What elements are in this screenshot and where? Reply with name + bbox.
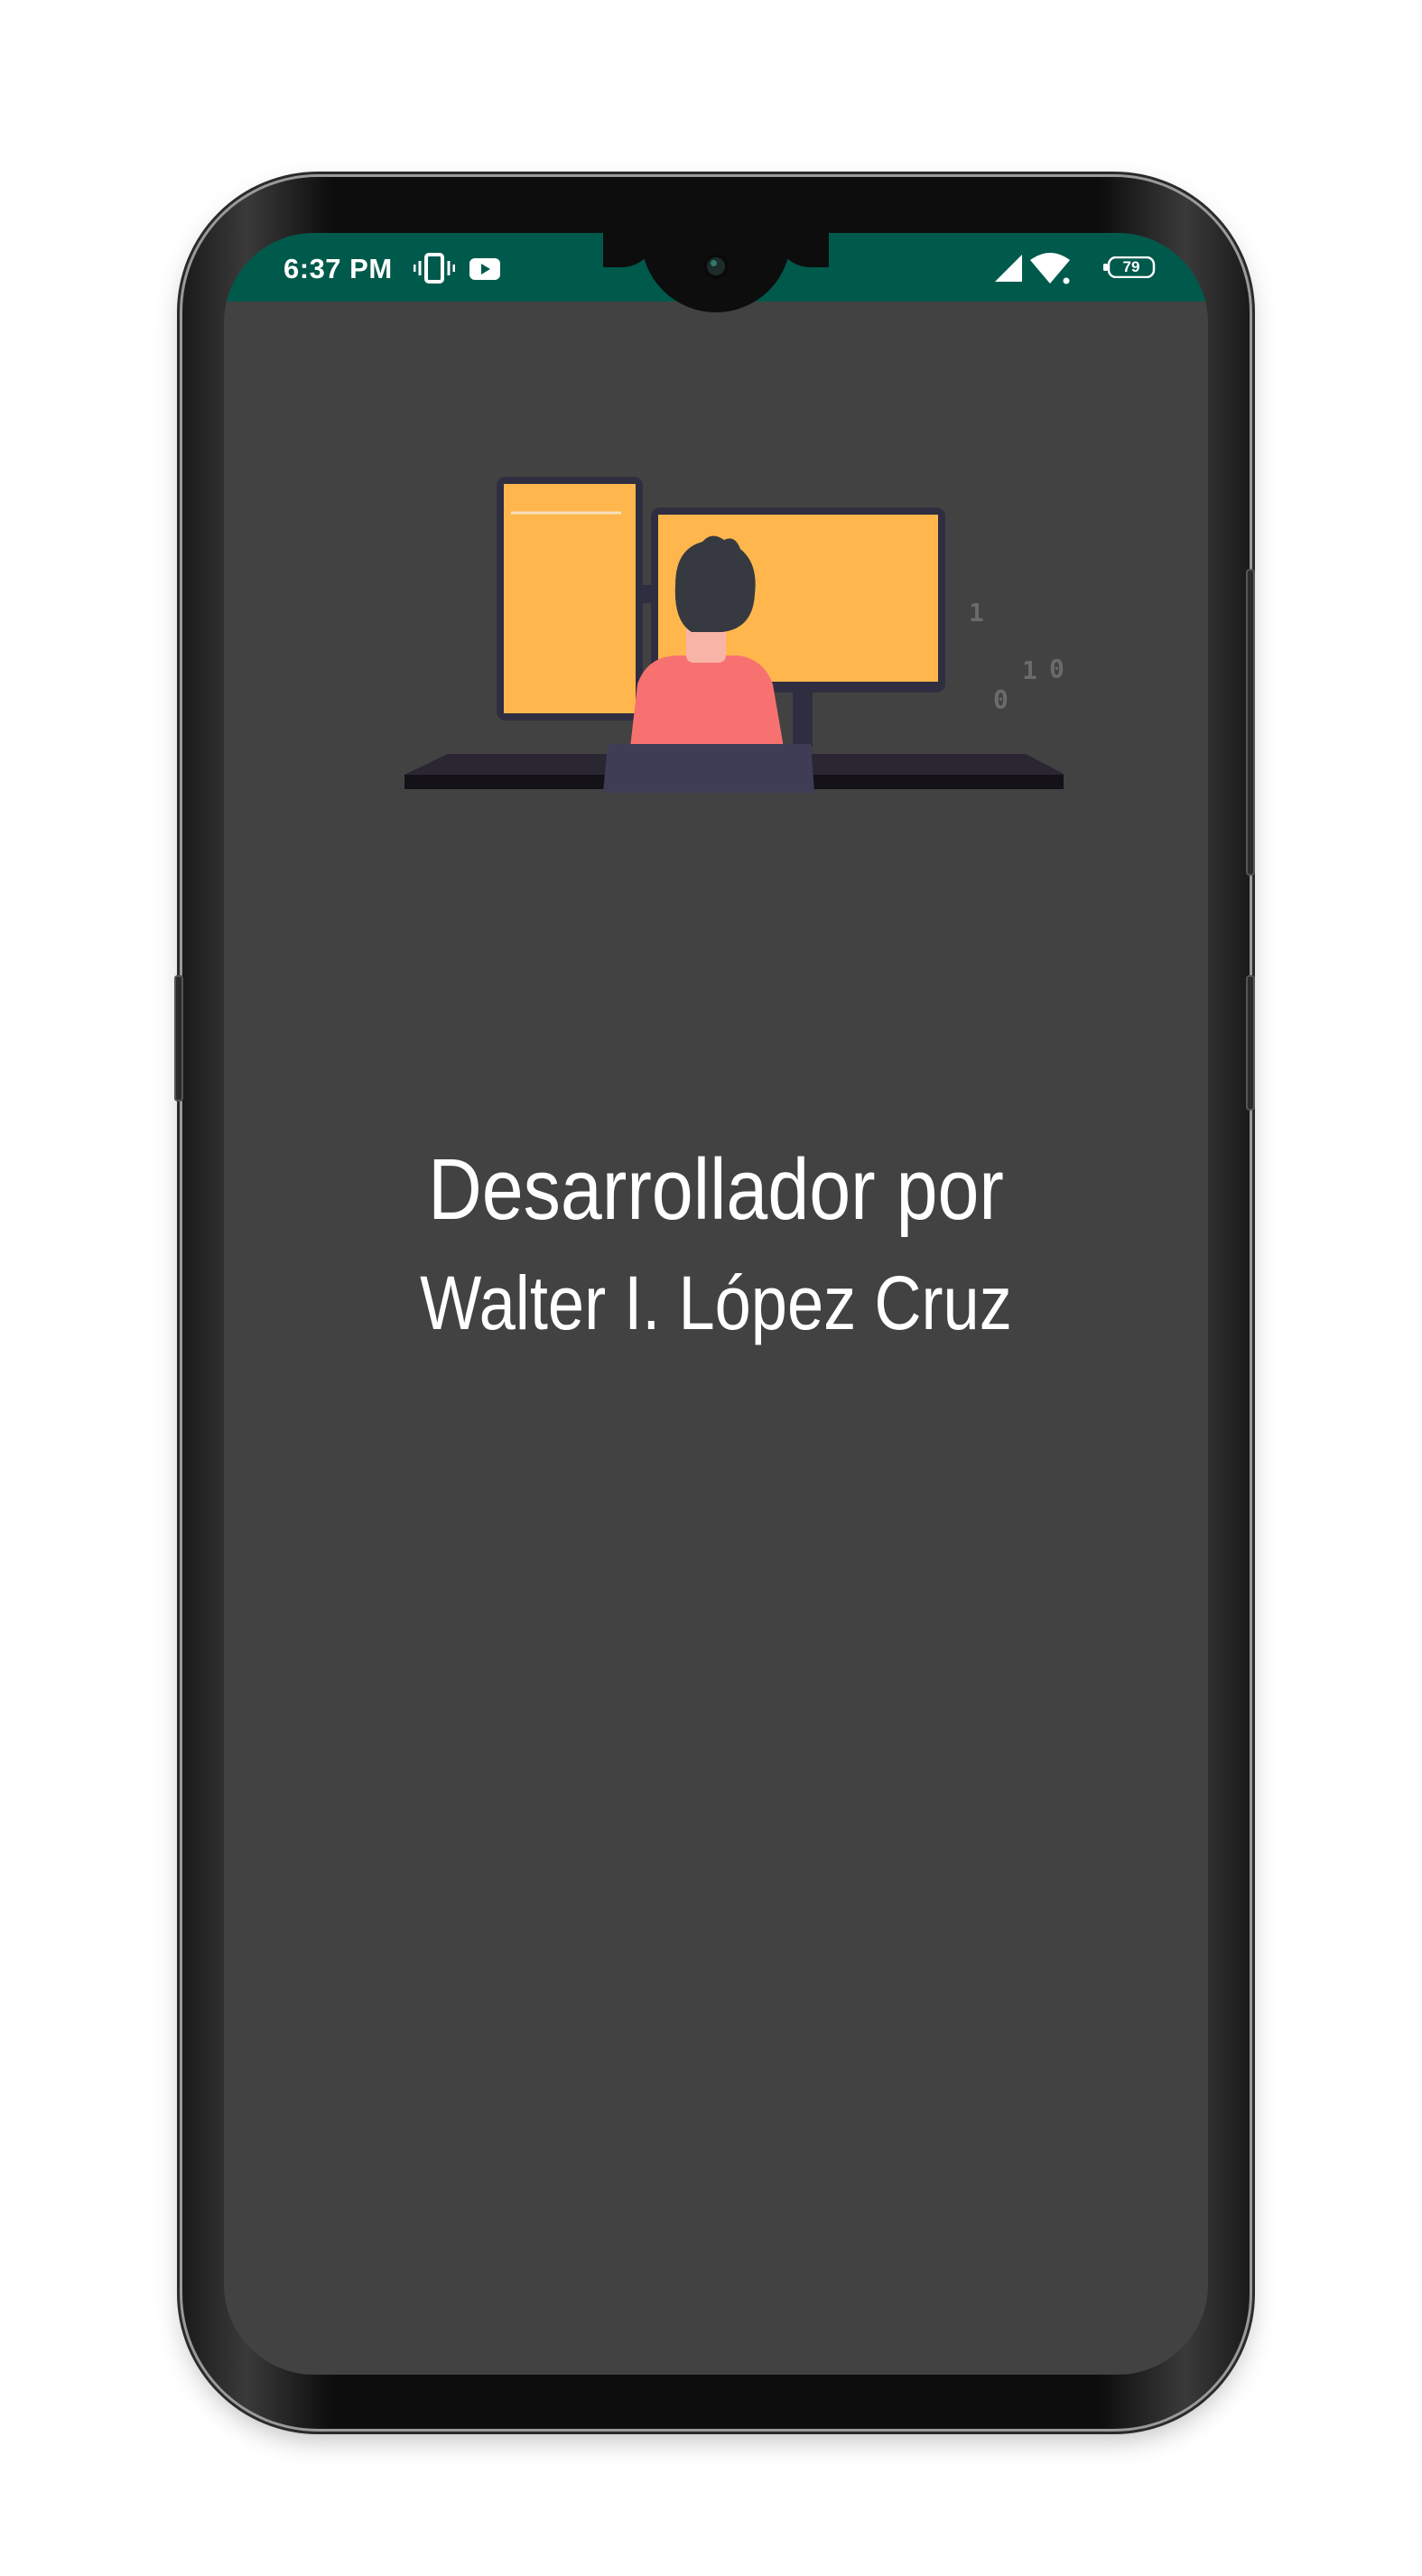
vibrate-icon	[413, 253, 456, 288]
left-side-button	[174, 975, 183, 1102]
volume-button	[1246, 975, 1255, 1111]
front-camera	[702, 253, 730, 280]
status-bar: 6:37 PM 79	[224, 233, 1208, 312]
status-time: 6:37 PM	[283, 253, 393, 284]
monitor-stand	[793, 693, 813, 747]
desk-scene	[404, 477, 1064, 793]
youtube-icon	[469, 258, 500, 284]
credits-title: Desarrollador por Walter I. López Cruz	[224, 1136, 1208, 1362]
wifi-icon	[1029, 251, 1071, 290]
credits-title-line1: Desarrollador por	[428, 1141, 1004, 1238]
battery-level: 79	[1122, 258, 1140, 275]
cell-signal-icon	[993, 253, 1024, 288]
app-screen: 6:37 PM 79 1 1 0 0 Desarrollador por Wal…	[224, 233, 1208, 2375]
credits-author-name: Walter I. López Cruz	[420, 1260, 1012, 1345]
chair-back	[603, 744, 814, 793]
power-button	[1246, 569, 1255, 876]
person-shirt	[630, 656, 784, 748]
left-monitor-screen	[504, 484, 636, 713]
